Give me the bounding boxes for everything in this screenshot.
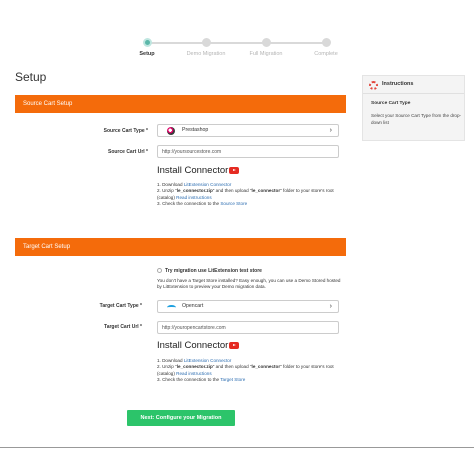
source-cart-setup-header: Source Cart Setup xyxy=(15,95,346,113)
target-cart-type-value: Opencart xyxy=(182,303,204,309)
test-store-label: Try migration use LitExtension test stor… xyxy=(165,268,262,274)
source-connector-steps: 1. Download LitExtension Connector 2. Un… xyxy=(157,182,342,207)
prestashop-logo-icon xyxy=(167,127,175,135)
folder-name: le_connector xyxy=(251,364,281,370)
test-store-option[interactable]: Try migration use LitExtension test stor… xyxy=(157,268,262,274)
target-cart-type-label: Target Cart Type * xyxy=(99,303,142,309)
instructions-header: Instructions xyxy=(363,76,464,94)
source-cart-url-label: Source Cart Url * xyxy=(107,149,148,155)
zip-filename: le_connector.zip xyxy=(176,188,213,194)
step-label: Complete xyxy=(314,51,338,57)
source-cart-url-input[interactable] xyxy=(157,145,339,158)
source-install-connector-title: Install Connector xyxy=(157,165,229,176)
youtube-icon[interactable] xyxy=(229,167,239,174)
source-cart-type-value: Prestashop xyxy=(182,127,209,133)
footer-divider xyxy=(0,447,474,448)
step-full-migration[interactable]: Full Migration xyxy=(236,38,296,57)
target-cart-url-label: Target Cart Url * xyxy=(104,324,142,330)
target-cart-setup-header: Target Cart Setup xyxy=(15,238,346,256)
step-text: 2. Unzip " xyxy=(157,188,177,194)
next-configure-migration-button[interactable]: Next: Configure your Migration xyxy=(127,410,235,426)
lifebuoy-icon xyxy=(369,81,378,90)
step-text: " and then upload " xyxy=(212,188,252,194)
step-text: 1. Download xyxy=(157,182,184,187)
target-step-3: 3. Check the connection to the Target St… xyxy=(157,377,342,383)
step-text: 3. Check the connection to the xyxy=(157,200,221,206)
chevron-right-icon: › xyxy=(329,127,332,134)
source-step-2: 2. Unzip "le_connector.zip" and then upl… xyxy=(157,188,342,201)
step-complete[interactable]: Complete xyxy=(296,38,356,57)
target-cart-type-select[interactable]: Opencart › xyxy=(157,300,339,313)
source-cart-type-label: Source Cart Type * xyxy=(103,128,148,134)
step-text: 2. Unzip " xyxy=(157,364,177,370)
instructions-subtitle: Source Cart Type xyxy=(371,101,411,106)
source-store-link[interactable]: Source Store xyxy=(220,201,247,206)
step-text: 1. Download xyxy=(157,358,184,363)
folder-name: le_connector xyxy=(251,188,281,194)
migration-setup-page: Setup Demo Migration Full Migration Comp… xyxy=(0,0,474,474)
step-text: " and then upload " xyxy=(212,364,252,370)
step-dot xyxy=(321,38,331,47)
step-label: Full Migration xyxy=(249,51,283,57)
target-read-instructions-link[interactable]: Read instructions xyxy=(176,371,212,376)
test-store-radio[interactable] xyxy=(157,268,162,274)
step-dot xyxy=(261,38,271,47)
step-text: 3. Check the connection to the xyxy=(157,376,221,382)
source-cart-type-select[interactable]: Prestashop › xyxy=(157,124,339,137)
source-read-instructions-link[interactable]: Read instructions xyxy=(176,195,212,200)
step-setup[interactable]: Setup xyxy=(117,38,177,57)
test-store-description: You don't have a Target Store installed?… xyxy=(157,278,341,290)
progress-stepper: Setup Demo Migration Full Migration Comp… xyxy=(126,38,338,60)
instructions-text: Select your Source Cart Type from the dr… xyxy=(371,113,462,125)
target-store-link[interactable]: Target Store xyxy=(220,377,245,382)
instructions-title: Instructions xyxy=(382,81,414,87)
target-connector-steps: 1. Download LitExtension Connector 2. Un… xyxy=(157,358,342,383)
target-install-connector-title: Install Connector xyxy=(157,340,229,351)
instructions-panel: Instructions Source Cart Type Select you… xyxy=(362,75,465,141)
youtube-icon[interactable] xyxy=(229,342,239,349)
step-dot xyxy=(142,38,152,47)
source-step-3: 3. Check the connection to the Source St… xyxy=(157,201,342,207)
target-cart-url-input[interactable] xyxy=(157,321,339,334)
step-demo-migration[interactable]: Demo Migration xyxy=(176,38,236,57)
step-dot xyxy=(201,38,211,47)
page-title: Setup xyxy=(15,70,47,84)
zip-filename: le_connector.zip xyxy=(176,364,213,370)
opencart-logo-icon xyxy=(167,305,176,310)
source-download-connector-link[interactable]: LitExtension Connector xyxy=(184,182,232,187)
step-label: Setup xyxy=(139,51,155,57)
chevron-right-icon: › xyxy=(329,303,332,310)
step-label: Demo Migration xyxy=(186,51,226,57)
target-download-connector-link[interactable]: LitExtension Connector xyxy=(184,358,232,363)
target-step-2: 2. Unzip "le_connector.zip" and then upl… xyxy=(157,364,342,377)
